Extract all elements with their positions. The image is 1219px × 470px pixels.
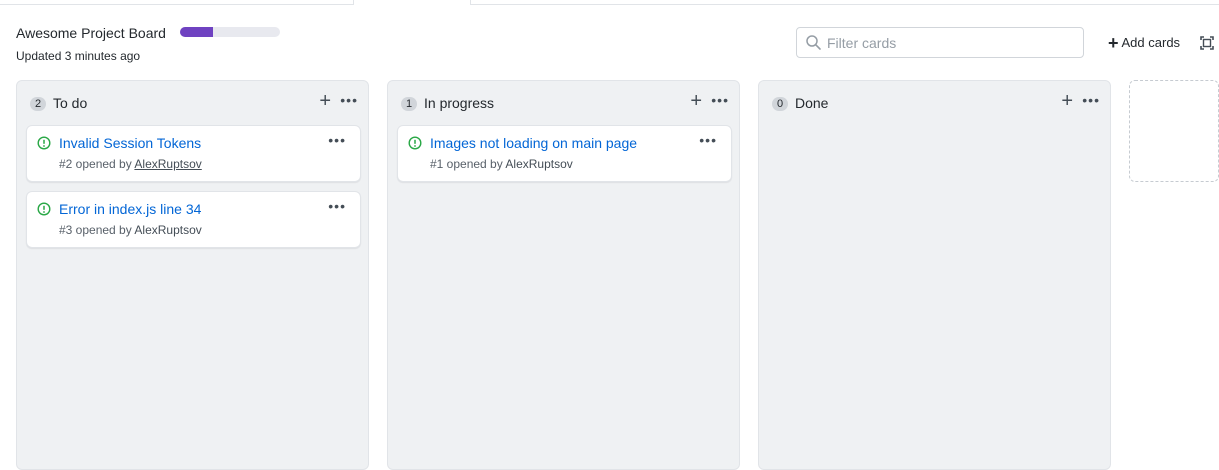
tab-left[interactable] [0,0,354,5]
add-cards-label: Add cards [1121,35,1181,50]
column-title: In progress [424,95,495,111]
card-number-opened-by: #2 opened by [59,157,132,171]
filter-cards-field[interactable] [796,27,1084,58]
issue-opened-icon [37,136,51,150]
project-progress-bar [180,27,280,37]
column-title: To do [53,95,88,111]
card-number-opened-by: #1 opened by [430,157,503,171]
fullscreen-icon[interactable] [1200,36,1214,50]
search-icon [806,35,821,50]
card-invalid-session-tokens[interactable]: Invalid Session Tokens #2 opened by Alex… [26,125,361,182]
column-add-card-plus-icon[interactable]: + [690,91,702,111]
card-meta: #1 opened by AlexRuptsov [430,157,573,171]
plus-icon: + [1108,32,1119,53]
column-card-count: 2 [30,97,46,111]
column-more-icon[interactable]: ••• [340,92,358,108]
card-images-not-loading[interactable]: Images not loading on main page #1 opene… [397,125,732,182]
card-number-opened-by: #3 opened by [59,223,132,237]
card-more-icon[interactable]: ••• [328,198,346,214]
issue-opened-icon [408,136,422,150]
card-author-link[interactable]: AlexRuptsov [505,157,572,171]
filter-cards-input[interactable] [827,33,1077,53]
card-author-link[interactable]: AlexRuptsov [134,223,201,237]
updated-timestamp: Updated 3 minutes ago [16,49,141,63]
add-column-placeholder[interactable] [1129,80,1219,182]
project-progress-fill [180,27,213,37]
card-more-icon[interactable]: ••• [328,132,346,148]
tab-right[interactable] [470,0,1219,5]
card-meta: #3 opened by AlexRuptsov [59,223,202,237]
card-author-link[interactable]: AlexRuptsov [134,157,201,171]
column-more-icon[interactable]: ••• [711,92,729,108]
column-to-do: 2 To do + ••• Invalid Session Tokens #2 … [16,80,369,470]
column-more-icon[interactable]: ••• [1082,92,1100,108]
column-title: Done [795,95,829,111]
column-add-card-plus-icon[interactable]: + [319,91,331,111]
card-title-link[interactable]: Error in index.js line 34 [59,201,201,217]
column-done: 0 Done + ••• [758,80,1111,470]
project-title: Awesome Project Board [16,25,166,41]
column-in-progress: 1 In progress + ••• Images not loading o… [387,80,740,470]
card-more-icon[interactable]: ••• [699,132,717,148]
issue-opened-icon [37,202,51,216]
card-meta: #2 opened by AlexRuptsov [59,157,202,171]
add-cards-button[interactable]: + Add cards [1108,32,1181,53]
top-tab-strip [0,0,1219,6]
card-error-in-index-js[interactable]: Error in index.js line 34 #3 opened by A… [26,191,361,248]
column-card-count: 1 [401,97,417,111]
column-card-count: 0 [772,97,788,111]
card-title-link[interactable]: Images not loading on main page [430,135,637,151]
tab-active[interactable] [354,0,470,4]
card-title-link[interactable]: Invalid Session Tokens [59,135,201,151]
column-add-card-plus-icon[interactable]: + [1061,91,1073,111]
